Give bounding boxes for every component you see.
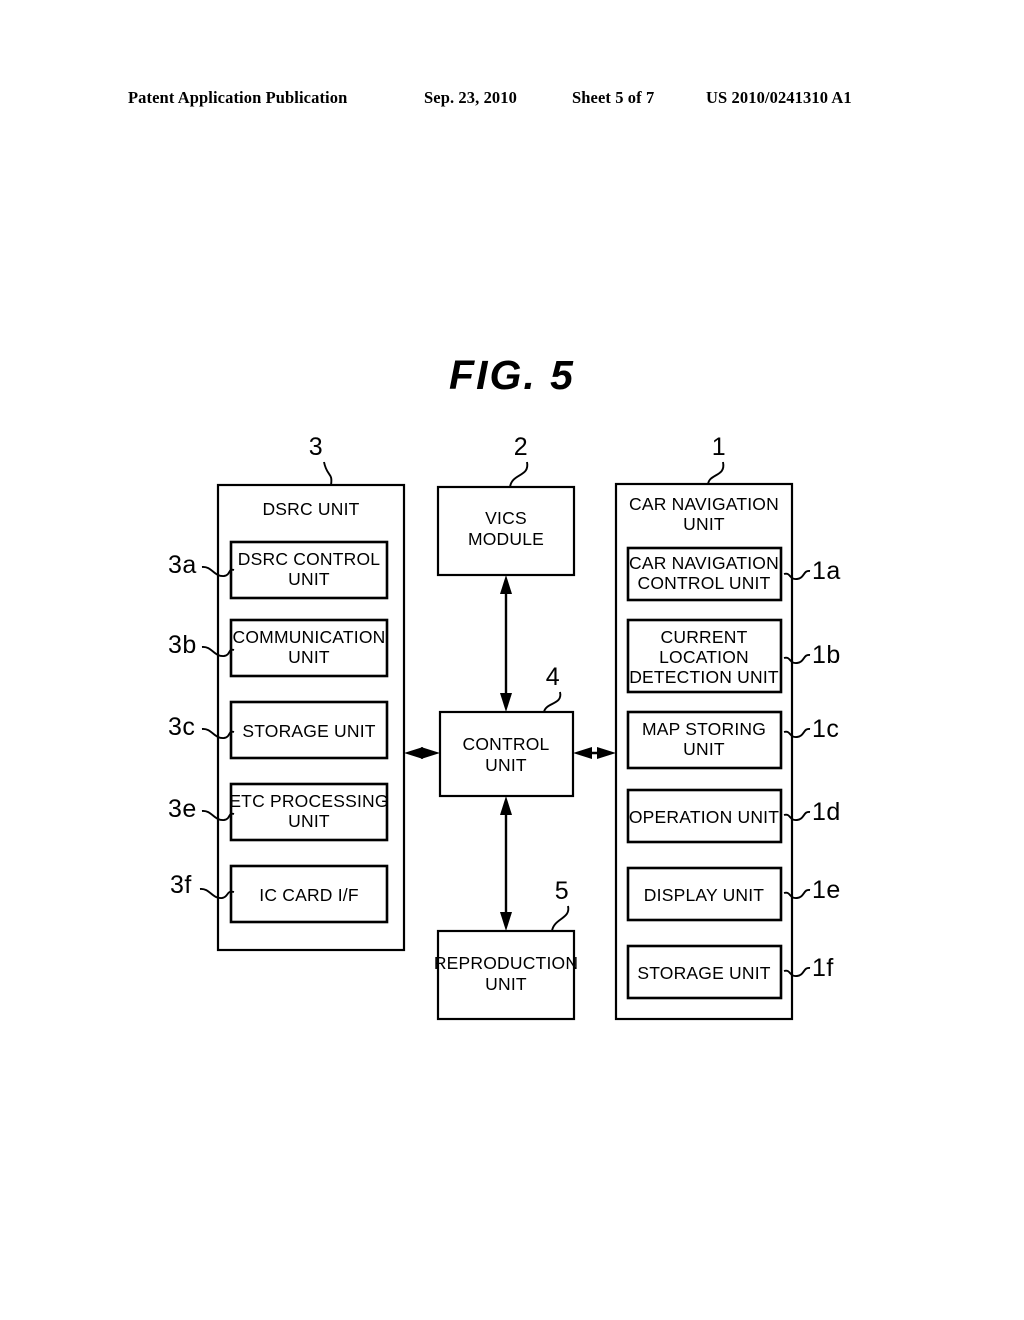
map-storing-unit-label-line2: UNIT <box>683 739 725 759</box>
leader-line-3 <box>323 461 333 486</box>
control-unit-label-line1: CONTROL <box>463 734 550 754</box>
connector-vics-control <box>500 575 512 712</box>
control-unit-block <box>438 710 575 798</box>
ic-card-if-label-line1: IC CARD I/F <box>259 885 358 905</box>
reproduction-unit-label-line2: UNIT <box>485 974 527 994</box>
ref-numeral-3f: 3f <box>170 871 192 899</box>
car-navigation-unit-title-line2: UNIT <box>683 514 725 534</box>
car-navigation-storage-unit-label-line1: STORAGE UNIT <box>637 963 770 983</box>
dsrc-unit-group: DSRC UNIT 3 DSRC CONTROL UNIT 3a COMMUNI… <box>168 433 406 952</box>
connector-control-carnav <box>573 747 616 759</box>
car-navigation-unit-title-line1: CAR NAVIGATION <box>629 494 779 514</box>
connector-dsrc-control <box>404 747 440 759</box>
car-navigation-control-unit-label-line2: CONTROL UNIT <box>637 573 770 593</box>
connector-control-reproduction <box>500 796 512 931</box>
current-location-detection-unit-label-line1: CURRENT <box>661 627 748 647</box>
communication-unit-label-line2: UNIT <box>288 647 330 667</box>
etc-processing-unit-label-line2: UNIT <box>288 811 330 831</box>
car-navigation-unit-group: CAR NAVIGATION UNIT 1 CAR NAVIGATION CON… <box>614 433 841 1021</box>
communication-unit-label-line1: COMMUNICATION <box>233 627 386 647</box>
dsrc-storage-unit-label-line1: STORAGE UNIT <box>242 721 375 741</box>
vics-module-label-line2: MODULE <box>468 529 544 549</box>
ref-numeral-1e: 1e <box>812 876 841 904</box>
ref-numeral-3a: 3a <box>168 551 197 579</box>
dsrc-control-unit-label-line1: DSRC CONTROL <box>238 549 380 569</box>
leader-line-2 <box>509 461 529 488</box>
vics-module-label-line1: VICS <box>485 508 527 528</box>
figure-5-block-diagram: DSRC UNIT 3 DSRC CONTROL UNIT 3a COMMUNI… <box>168 433 841 1021</box>
center-group: VICS MODULE 2 CONTROL UNIT 4 REPRODUCTIO… <box>404 433 616 1021</box>
ref-numeral-1f: 1f <box>812 954 834 982</box>
ref-numeral-1d: 1d <box>812 798 841 826</box>
current-location-detection-unit-label-line3: DETECTION UNIT <box>629 667 779 687</box>
ref-numeral-3c: 3c <box>168 713 195 741</box>
etc-processing-unit-label-line1: ETC PROCESSING <box>229 791 388 811</box>
ref-numeral-1a: 1a <box>812 557 841 585</box>
ref-numeral-2: 2 <box>514 433 528 461</box>
ref-numeral-3e: 3e <box>168 795 197 823</box>
current-location-detection-unit-label-line2: LOCATION <box>659 647 749 667</box>
ref-numeral-1c: 1c <box>812 715 839 743</box>
dsrc-unit-title: DSRC UNIT <box>262 499 359 519</box>
leader-line-1 <box>707 461 725 485</box>
leader-line-5 <box>551 905 570 932</box>
leader-line-4 <box>543 691 562 713</box>
ref-numeral-3: 3 <box>309 433 323 461</box>
ref-numeral-3b: 3b <box>168 631 197 659</box>
operation-unit-label-line1: OPERATION UNIT <box>629 807 779 827</box>
ref-numeral-1b: 1b <box>812 641 841 669</box>
car-navigation-control-unit-label-line1: CAR NAVIGATION <box>629 553 779 573</box>
display-unit-label-line1: DISPLAY UNIT <box>644 885 765 905</box>
ref-numeral-1: 1 <box>712 433 726 461</box>
ref-numeral-4: 4 <box>546 663 560 691</box>
map-storing-unit-label-line1: MAP STORING <box>642 719 766 739</box>
reproduction-unit-label-line1: REPRODUCTION <box>434 953 578 973</box>
dsrc-control-unit-label-line2: UNIT <box>288 569 330 589</box>
ref-numeral-5: 5 <box>555 877 569 905</box>
control-unit-label-line2: UNIT <box>485 755 527 775</box>
